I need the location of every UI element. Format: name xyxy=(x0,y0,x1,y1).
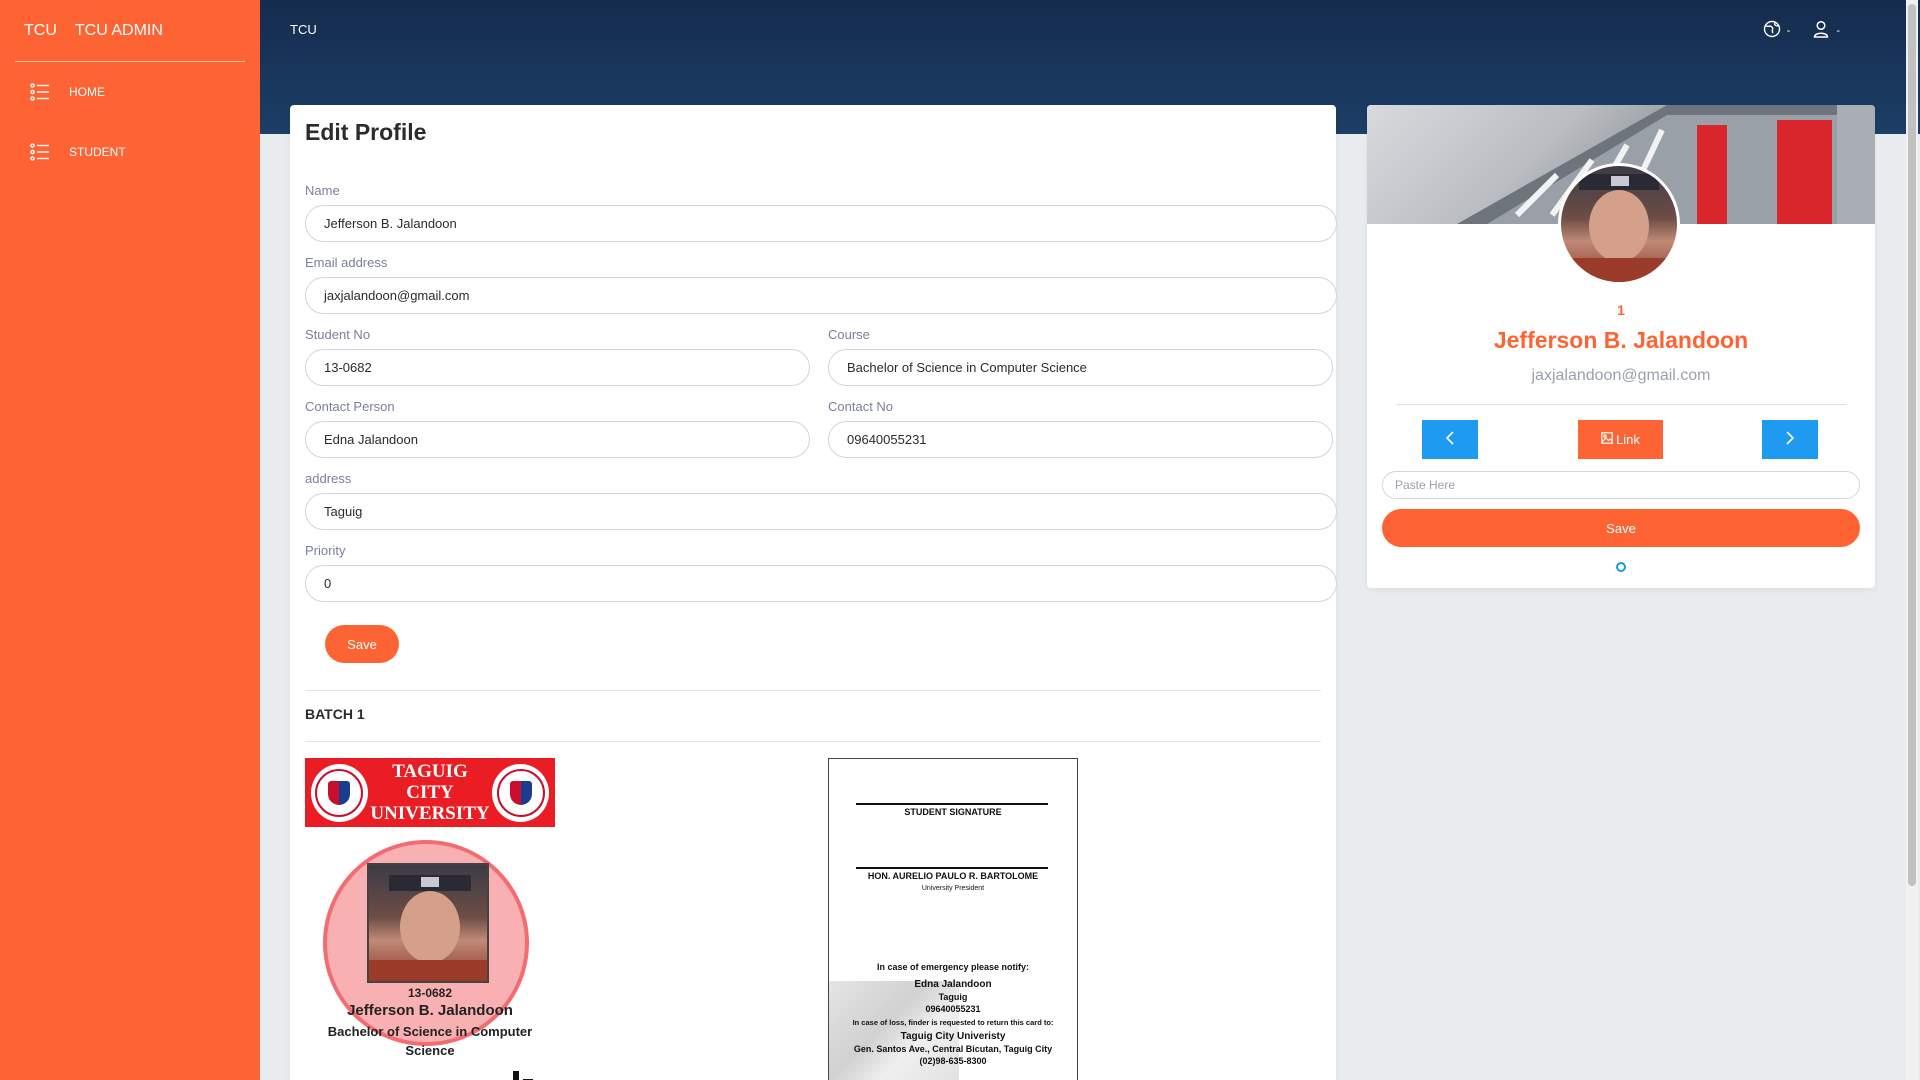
emergency-label: In case of emergency please notify: xyxy=(876,962,1030,972)
language-menu[interactable]: - xyxy=(1763,20,1791,41)
image-icon xyxy=(1601,432,1613,447)
list-icon xyxy=(30,82,50,102)
id-student-course: Bachelor of Science in Computer Science xyxy=(327,1024,533,1058)
loading-indicator-icon xyxy=(1616,562,1626,572)
top-title: TCU xyxy=(290,22,317,37)
batch-label: BATCH 1 xyxy=(305,706,365,722)
profile-number: 1 xyxy=(1617,302,1625,318)
profile-save-button[interactable]: Save xyxy=(1382,509,1860,547)
qr-mark xyxy=(511,1067,551,1080)
signature-line xyxy=(856,803,1048,805)
contact-no-field-group: Contact No 09640055231 xyxy=(828,399,1333,458)
school-address: Gen. Santos Ave., Central Bicutan, Tagui… xyxy=(853,1044,1053,1054)
sidebar-item-home[interactable]: HOME xyxy=(0,62,260,122)
student-photo xyxy=(367,863,489,983)
save-button[interactable]: Save xyxy=(325,625,399,663)
id-student-no: 13-0682 xyxy=(407,986,453,1000)
link-label: Link xyxy=(1616,432,1640,447)
edit-profile-card: Edit Profile Name Jefferson B. Jalandoon… xyxy=(290,105,1337,1080)
school-name: Taguig City Univeristy xyxy=(900,1031,1006,1042)
email-label: Email address xyxy=(305,255,388,270)
student-no-label: Student No xyxy=(305,327,371,342)
profile-card: 1 Jefferson B. Jalandoon jaxjalandoon@gm… xyxy=(1367,105,1875,588)
school-phone: (02)98-635-8300 xyxy=(919,1056,987,1066)
contact-person-field-group: Contact Person Edna Jalandoon xyxy=(305,399,810,458)
address-field-group: address Taguig xyxy=(305,471,1337,530)
university-seal xyxy=(311,763,368,822)
student-no-input[interactable]: 13-0682 xyxy=(305,349,810,386)
name-input[interactable]: Jefferson B. Jalandoon xyxy=(305,205,1337,242)
top-icons: - - xyxy=(1763,20,1840,41)
divider xyxy=(305,690,1321,691)
contact-person-input[interactable]: Edna Jalandoon xyxy=(305,421,810,458)
prev-button[interactable] xyxy=(1422,420,1478,459)
divider xyxy=(305,741,1321,742)
emergency-contact-no: 09640055231 xyxy=(925,1004,981,1014)
id-student-name: Jefferson B. Jalandoon xyxy=(347,1002,513,1019)
priority-field-group: Priority 0 xyxy=(305,543,1337,602)
president-title: University President xyxy=(921,885,985,892)
profile-name: Jefferson B. Jalandoon xyxy=(1493,327,1749,353)
chevron-right-icon xyxy=(1785,431,1795,448)
emergency-contact-address: Taguig xyxy=(938,992,968,1002)
contact-person-label: Contact Person xyxy=(305,399,395,414)
email-field-group: Email address jaxjalandoon@gmail.com xyxy=(305,255,1337,314)
email-input[interactable]: jaxjalandoon@gmail.com xyxy=(305,277,1337,314)
brand-short: TCU xyxy=(24,21,57,39)
scrollbar-thumb[interactable] xyxy=(1908,4,1916,886)
university-name-line1: TAGUIG CITY xyxy=(392,761,468,803)
user-menu[interactable]: - xyxy=(1812,20,1840,41)
priority-label: Priority xyxy=(305,543,346,558)
sidebar: TCU TCU ADMIN HOME STUDENT xyxy=(0,0,260,1080)
list-icon xyxy=(30,142,50,162)
president-name: HON. AURELIO PAULO R. BARTOLOME xyxy=(867,871,1039,881)
university-name-line2: UNIVERSITY xyxy=(370,803,490,824)
caret: - xyxy=(1836,24,1840,37)
contact-no-input[interactable]: 09640055231 xyxy=(828,421,1333,458)
user-icon xyxy=(1812,20,1830,41)
city-seal xyxy=(492,763,549,822)
id-card-header: TAGUIG CITY UNIVERSITY xyxy=(305,758,555,827)
scrollbar[interactable] xyxy=(1906,0,1918,1080)
contact-no-label: Contact No xyxy=(828,399,894,414)
chevron-left-icon xyxy=(1445,431,1455,448)
divider xyxy=(1396,404,1846,405)
address-label: address xyxy=(305,471,352,486)
signature-label: STUDENT SIGNATURE xyxy=(904,807,1002,817)
link-button[interactable]: Link xyxy=(1578,420,1663,459)
loss-text: In case of loss, finder is requested to … xyxy=(852,1018,1054,1027)
globe-icon xyxy=(1763,20,1781,41)
name-field-group: Name Jefferson B. Jalandoon xyxy=(305,183,1337,242)
course-field-group: Course Bachelor of Science in Computer S… xyxy=(828,327,1333,386)
priority-input[interactable]: 0 xyxy=(305,565,1337,602)
id-card-back[interactable]: STUDENT SIGNATURE HON. AURELIO PAULO R. … xyxy=(828,758,1078,1080)
emergency-contact-name: Edna Jalandoon xyxy=(914,979,992,990)
sidebar-item-label: STUDENT xyxy=(69,145,126,159)
avatar[interactable] xyxy=(1558,163,1680,285)
next-button[interactable] xyxy=(1762,420,1818,459)
sidebar-item-label: HOME xyxy=(69,85,105,99)
address-input[interactable]: Taguig xyxy=(305,493,1337,530)
student-no-field-group: Student No 13-0682 xyxy=(305,327,810,386)
profile-email: jaxjalandoon@gmail.com xyxy=(1531,367,1711,384)
id-card-front[interactable]: TAGUIG CITY UNIVERSITY TAGUIG CITY UNIVE… xyxy=(305,758,555,1080)
page-title: Edit Profile xyxy=(305,119,427,145)
name-label: Name xyxy=(305,183,340,198)
brand-name: TCU ADMIN xyxy=(74,21,163,39)
sidebar-item-student[interactable]: STUDENT xyxy=(0,122,260,182)
brand[interactable]: TCU TCU ADMIN xyxy=(0,0,260,61)
president-signature-line xyxy=(856,867,1048,869)
paste-input[interactable]: Paste Here xyxy=(1382,471,1860,499)
caret: - xyxy=(1786,24,1791,37)
university-name: TAGUIG CITY UNIVERSITY xyxy=(368,761,493,824)
course-input[interactable]: Bachelor of Science in Computer Science xyxy=(828,349,1333,386)
course-label: Course xyxy=(828,327,870,342)
